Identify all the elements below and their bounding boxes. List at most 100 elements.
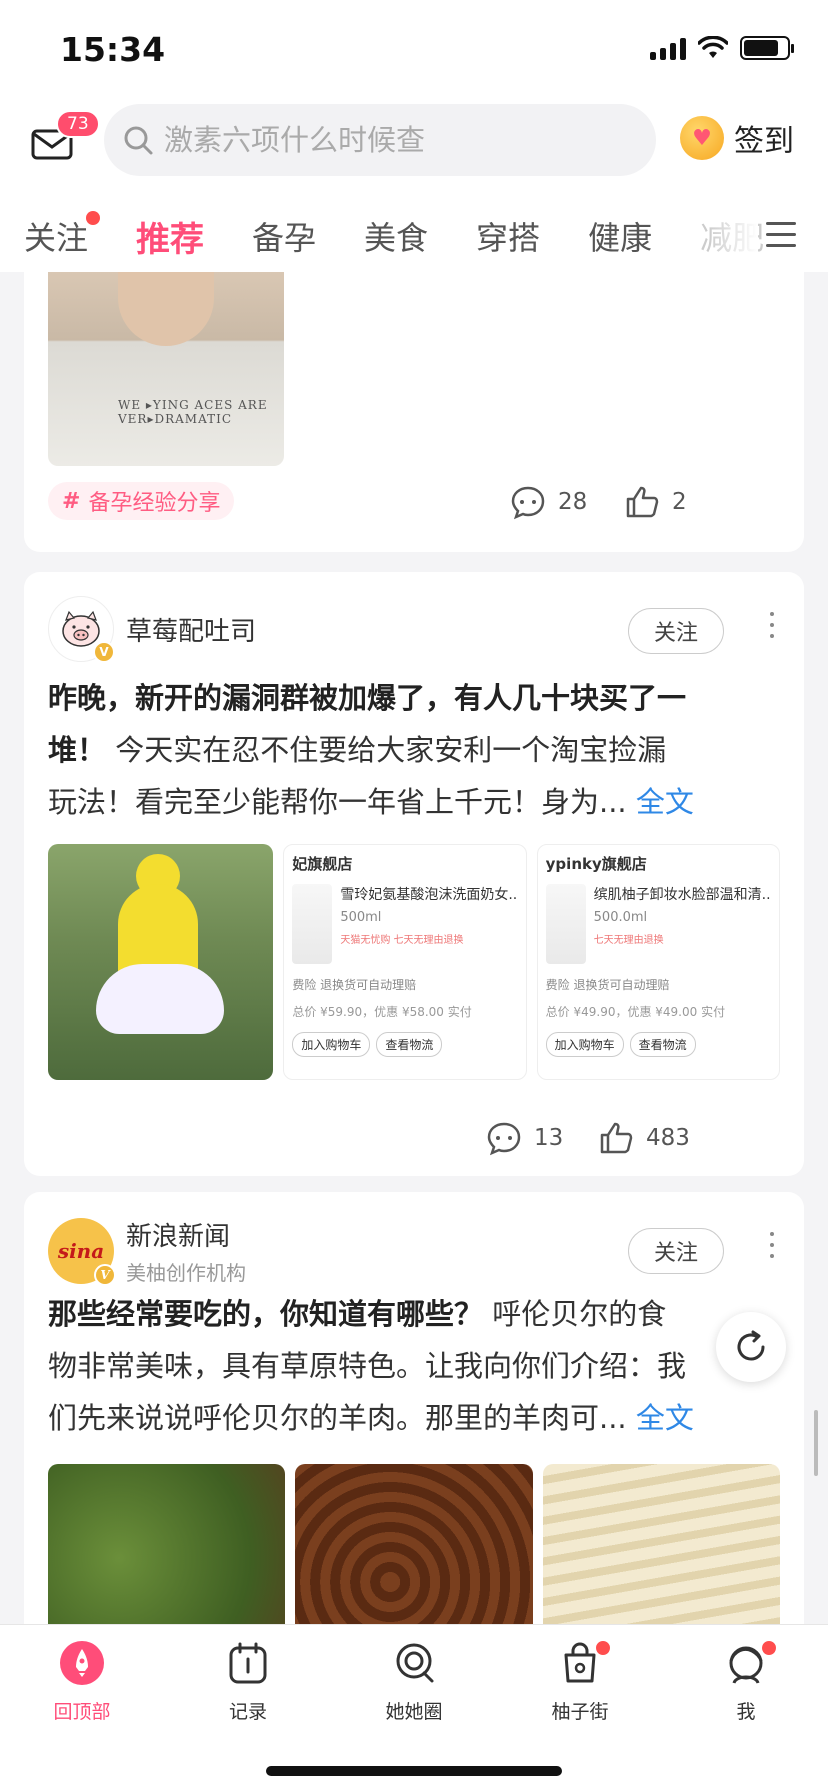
view-logistics-label: 查看物流 xyxy=(376,1032,443,1057)
back-to-top-icon xyxy=(60,1641,104,1685)
post-title: 那些经常要吃的，你知道有哪些？ xyxy=(48,1297,484,1331)
scrollbar[interactable] xyxy=(814,1410,818,1476)
post-image[interactable]: WE ▸YING ACES ARE VER▸DRAMATIC xyxy=(48,272,284,466)
image-grid: 妃旗舰店 雪玲妃氨基酸泡沫洗面奶女... 500ml 天猫无忧购 七天无理由退换… xyxy=(48,844,780,1080)
product-spec: 500.0ml xyxy=(593,910,648,925)
view-logistics-label: 查看物流 xyxy=(629,1032,696,1057)
product-tags: 天猫无忧购 七天无理由退换 xyxy=(340,935,464,946)
tab-food[interactable]: 美食 xyxy=(364,213,428,259)
search-bar[interactable] xyxy=(104,104,656,176)
nav-label: 她她圈 xyxy=(385,1701,443,1723)
like-count: 483 xyxy=(646,1125,690,1151)
status-bar: 15:34 xyxy=(0,0,828,100)
sign-in-label: 签到 xyxy=(734,124,794,159)
follow-button[interactable]: 关注 xyxy=(628,608,724,654)
tab-outfit[interactable]: 穿搭 xyxy=(476,213,540,259)
post-text[interactable]: 昨晚，新开的漏洞群被加爆了，有人几十块买了一 堆！ 今天实在忍不住要给大家安利一… xyxy=(48,672,778,828)
author-name: 新浪新闻 xyxy=(126,1222,231,1252)
refresh-button[interactable] xyxy=(716,1312,786,1382)
status-icons xyxy=(650,36,794,60)
post-title-cont: 堆！ xyxy=(48,733,107,767)
post-title: 昨晚，新开的漏洞群被加爆了，有人几十块买了一 xyxy=(48,681,687,715)
add-to-cart-label: 加入购物车 xyxy=(545,1032,624,1057)
nav-label: 我 xyxy=(736,1701,756,1723)
refresh-icon xyxy=(737,1330,765,1361)
author-subtitle: 美柚创作机构 xyxy=(126,1261,246,1285)
nav-label: 记录 xyxy=(228,1701,267,1723)
more-options-icon[interactable] xyxy=(770,1232,776,1265)
tab-follow-dot xyxy=(86,211,101,225)
nav-back-to-top[interactable]: 回顶部 xyxy=(22,1639,142,1724)
post-image[interactable] xyxy=(48,844,274,1080)
comment-icon xyxy=(487,1122,521,1156)
insurance-text: 费险 退换货可自动理赔 xyxy=(545,978,670,992)
comment-icon xyxy=(511,486,545,520)
shop-store-name: ypinky旗舰店 xyxy=(545,855,647,873)
signal-icon xyxy=(650,36,686,60)
author-info[interactable]: V 草莓配吐司 xyxy=(48,596,257,663)
post-card[interactable]: V 草莓配吐司 关注 昨晚，新开的漏洞群被加爆了，有人几十块买了一 堆！ 今天实… xyxy=(24,572,804,1176)
tabs-fade xyxy=(708,200,758,272)
thumbs-up-icon xyxy=(626,486,659,518)
like-button[interactable]: 483 xyxy=(598,1120,690,1156)
topic-tag-label: 备孕经验分享 xyxy=(88,491,221,516)
post-body-cont: 物非常美味，具有草原特色。让我向你们介绍：我 xyxy=(48,1349,687,1383)
follow-button[interactable]: 关注 xyxy=(628,1228,724,1274)
post-image[interactable] xyxy=(48,1464,286,1624)
post-text[interactable]: 那些经常要吃的，你知道有哪些？ 呼伦贝尔的食 物非常美味，具有草原特色。让我向你… xyxy=(48,1288,778,1444)
nav-circle[interactable]: 她她圈 xyxy=(354,1639,474,1724)
sign-coin-icon: ♥ xyxy=(680,116,724,160)
tab-pregnancy-prep[interactable]: 备孕 xyxy=(252,213,316,259)
post-body-cont: 们先来说说呼伦贝尔的羊肉。那里的羊肉可... xyxy=(48,1401,627,1435)
product-thumbnail xyxy=(545,884,586,964)
product-spec: 500ml xyxy=(340,910,382,925)
search-icon xyxy=(124,126,153,155)
tab-recommend[interactable]: 推荐 xyxy=(136,212,204,261)
full-text-link[interactable]: 全文 xyxy=(636,785,694,819)
add-to-cart-label: 加入购物车 xyxy=(292,1032,371,1057)
comment-button[interactable]: 28 xyxy=(510,484,587,520)
tabs-menu-icon[interactable] xyxy=(766,222,796,255)
post-image[interactable]: 妃旗舰店 雪玲妃氨基酸泡沫洗面奶女... 500ml 天猫无忧购 七天无理由退换… xyxy=(283,844,527,1080)
sign-in-button[interactable]: ♥ 签到 xyxy=(680,116,794,160)
author-name: 草莓配吐司 xyxy=(126,616,257,647)
more-options-icon[interactable] xyxy=(770,612,776,645)
shop-store-name: 妃旗舰店 xyxy=(292,855,353,873)
wifi-icon xyxy=(698,36,728,58)
thumbs-up-icon xyxy=(600,1122,633,1154)
comment-button[interactable]: 13 xyxy=(486,1120,563,1156)
author-info[interactable]: sina V 新浪新闻 美柚创作机构 xyxy=(48,1216,246,1286)
post-image[interactable] xyxy=(295,1464,533,1624)
post-card[interactable]: WE ▸YING ACES ARE VER▸DRAMATIC # 备孕经验分享 2… xyxy=(24,272,804,552)
full-text-link[interactable]: 全文 xyxy=(636,1401,694,1435)
topic-tag[interactable]: # 备孕经验分享 xyxy=(48,482,235,520)
insurance-text: 费险 退换货可自动理赔 xyxy=(292,978,417,992)
product-tags: 七天无理由退换 xyxy=(593,935,664,946)
post-card[interactable]: sina V 新浪新闻 美柚创作机构 关注 那些经常要吃的，你知道有哪些？ 呼伦… xyxy=(24,1192,804,1624)
feed: WE ▸YING ACES ARE VER▸DRAMATIC # 备孕经验分享 2… xyxy=(0,272,828,1624)
avatar[interactable]: V xyxy=(48,596,115,663)
post-image[interactable]: ypinky旗舰店 缤肌柚子卸妆水脸部温和清... 500.0ml 七天无理由退… xyxy=(536,844,780,1080)
search-input[interactable] xyxy=(164,123,624,157)
avatar[interactable]: sina V xyxy=(48,1218,116,1286)
product-thumbnail xyxy=(292,884,333,964)
nav-record[interactable]: 记录 xyxy=(188,1639,308,1724)
tab-health[interactable]: 健康 xyxy=(588,213,652,259)
comment-count: 13 xyxy=(534,1125,564,1151)
calendar-icon xyxy=(229,1642,267,1684)
status-time: 15:34 xyxy=(60,30,166,69)
like-button[interactable]: 2 xyxy=(624,484,687,520)
nav-shop-dot xyxy=(594,1639,612,1657)
image-grid xyxy=(48,1464,780,1624)
nav-shop[interactable]: 柚子街 xyxy=(520,1639,640,1724)
nav-me[interactable]: 我 xyxy=(686,1639,806,1724)
post-body: 今天实在忍不住要给大家安利一个淘宝捡漏 xyxy=(106,733,667,767)
tab-label: 关注 xyxy=(24,219,89,257)
header: 73 ♥ 签到 xyxy=(0,100,828,200)
post-image[interactable] xyxy=(542,1464,780,1624)
tab-follow[interactable]: 关注 xyxy=(24,211,101,259)
verified-badge-icon: V xyxy=(93,641,115,663)
mail-badge: 73 xyxy=(56,110,100,138)
comment-count: 28 xyxy=(558,489,588,515)
battery-icon xyxy=(740,36,794,60)
